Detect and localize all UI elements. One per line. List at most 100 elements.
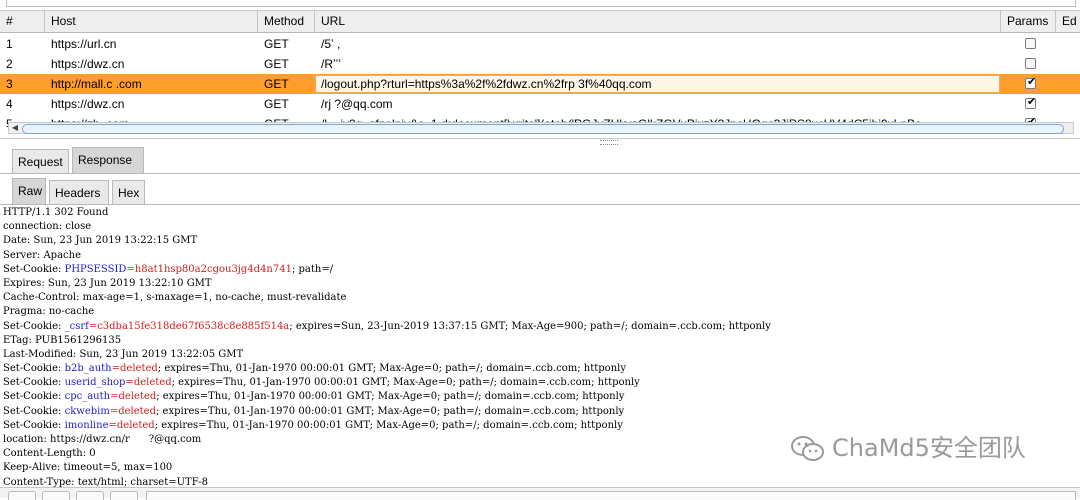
response-text: ; expires=Thu, 01-Jan-1970 00:00:01 GMT;… [156,391,625,403]
response-text: Set-Cookie: [3,377,65,389]
response-text: Cache-Control: max-age=1, s-maxage=1, no… [3,292,347,304]
response-text: Content-Type: text/html; charset=UTF-8 [3,476,208,488]
row-num: 1 [6,37,13,51]
table-header: # Host Method URL Params Ed [0,11,1080,33]
next-button[interactable] [110,491,138,500]
message-tabs: Request Response [0,147,1080,174]
response-line: ETag: PUB1561296135 [0,334,1080,348]
search-input[interactable] [146,491,1076,500]
table-row-selected[interactable]: 3 http://mall.c .com GET /logout.php?rtu… [0,74,1080,94]
response-text: ; expires=Sun, 23-Jun-2019 13:37:15 GMT;… [289,320,771,332]
params-checkbox[interactable] [1025,38,1036,49]
cookie-value: =deleted [110,391,157,403]
response-line: Cache-Control: max-age=1, s-maxage=1, no… [0,291,1080,305]
cookie-value: =deleted [108,419,155,431]
response-text: location: https://dwz.cn/r ?@qq.com [3,434,202,445]
tab-response[interactable]: Response [72,147,144,173]
table-row[interactable]: 4 https://dwz.cn GET /rj ?@qq.com [0,94,1080,114]
cookie-value: h8at1hsp80a2cgou3jg4d4n741 [134,263,292,275]
cookie-name: imonline [64,419,109,431]
response-text: ; expires=Thu, 01-Jan-1970 00:00:01 GMT;… [171,377,640,389]
row-method: GET [264,57,289,71]
tab-raw[interactable]: Raw [12,178,46,204]
response-line: Set-Cookie: b2b_auth=deleted; expires=Th… [0,362,1080,376]
scrollbar-thumb[interactable] [22,124,1064,134]
response-text: connection: close [3,221,92,233]
help-button[interactable] [8,491,36,500]
response-text: Set-Cookie: [3,363,65,375]
view-tabs: Raw Headers Hex [0,178,1080,205]
top-input-area[interactable] [6,0,1076,7]
cookie-value: =deleted [111,363,158,375]
row-num: 4 [6,97,13,111]
response-line: Expires: Sun, 23 Jun 2019 13:22:10 GMT [0,277,1080,291]
row-host: http://mall.c .com [51,77,142,91]
table-row[interactable]: 1 https://url.cn GET /5ʼ , [0,34,1080,54]
col-header-method[interactable]: Method [258,11,315,32]
response-line: Pragma: no-cache [0,305,1080,319]
bottom-toolbar [0,487,1080,500]
row-method: GET [264,97,289,111]
splitter-grip-icon[interactable] [600,140,618,145]
row-url: /rj ?@qq.com [321,97,393,111]
response-text: Pragma: no-cache [3,306,95,318]
prev-button[interactable] [42,491,70,500]
cookie-value: =deleted [125,377,172,389]
cookie-name: _csrf [64,320,89,332]
response-text: Server: Apache [3,249,81,261]
row-url: /Rʼʼʼ [321,57,341,71]
row-url: /5ʼ , [321,37,341,51]
response-text: ; expires=Thu, 01-Jan-1970 00:00:01 GMT;… [155,405,625,417]
response-text: ; expires=Thu, 01-Jan-1970 00:00:01 GMT;… [157,363,626,375]
cookie-value: =deleted [109,405,156,417]
response-text: Content-Length: 0 [3,448,96,460]
top-strip [0,0,1080,11]
response-line: Set-Cookie: cpc_auth=deleted; expires=Th… [0,390,1080,404]
cookie-value: = [126,263,135,275]
col-header-url[interactable]: URL [315,11,1001,32]
response-text: Date: Sun, 23 Jun 2019 13:22:15 GMT [3,235,198,247]
response-line: Date: Sun, 23 Jun 2019 13:22:15 GMT [0,234,1080,248]
col-header-params[interactable]: Params [1001,11,1056,32]
wechat-icon [790,435,826,463]
response-line: HTTP/1.1 302 Found [0,206,1080,220]
response-text: Set-Cookie: [3,391,65,403]
response-text: ; expires=Thu, 01-Jan-1970 00:00:01 GMT;… [154,419,623,431]
scroll-left-icon[interactable]: ◀ [9,123,21,133]
tab-request[interactable]: Request [12,149,69,173]
table-row[interactable]: 2 https://dwz.cn GET /Rʼʼʼ [0,54,1080,74]
cookie-name: b2b_auth [64,363,112,375]
response-line: Set-Cookie: userid_shop=deleted; expires… [0,376,1080,390]
params-checkbox-checked[interactable] [1025,95,1036,109]
response-line: Set-Cookie: _csrf=c3dba15fe318de67f6538c… [0,320,1080,334]
response-line: Last-Modified: Sun, 23 Jun 2019 13:22:05… [0,348,1080,362]
row-host: https://dwz.cn [51,57,125,71]
row-host: https://dwz.cn [51,97,125,111]
response-line: Server: Apache [0,249,1080,263]
row-method: GET [264,37,289,51]
params-checkbox[interactable] [1025,58,1036,69]
row-method: GET [264,77,289,91]
watermark: ChaMd5安全团队 [790,430,1026,466]
col-header-host[interactable]: Host [45,11,258,32]
add-button[interactable] [76,491,104,500]
watermark-text: ChaMd5安全团队 [832,434,1026,462]
row-url: /logout.php?rturl=https%3a%2f%2fdwz.cn%2… [321,77,652,91]
params-checkbox-checked[interactable] [1025,75,1036,89]
cookie-name: ckwebim [64,405,110,417]
pane-splitter[interactable] [0,138,1080,145]
row-num: 2 [6,57,13,71]
col-header-num[interactable]: # [0,11,45,32]
response-text: Keep-Alive: timeout=5, max=100 [3,462,173,474]
response-text: HTTP/1.1 302 Found [3,207,109,218]
cookie-name: userid_shop [64,377,126,389]
horizontal-scrollbar[interactable]: ◀ [8,122,1074,134]
response-text: Set-Cookie: [3,405,65,417]
cookie-name: PHPSESSID [64,263,127,275]
cookie-name: cpc_auth [64,391,111,403]
tab-hex[interactable]: Hex [112,180,145,204]
response-line: Set-Cookie: PHPSESSID=h8at1hsp80a2cgou3j… [0,263,1080,277]
response-text: ETag: PUB1561296135 [3,334,122,346]
col-header-edited[interactable]: Ed [1056,11,1080,32]
tab-headers[interactable]: Headers [49,180,109,204]
